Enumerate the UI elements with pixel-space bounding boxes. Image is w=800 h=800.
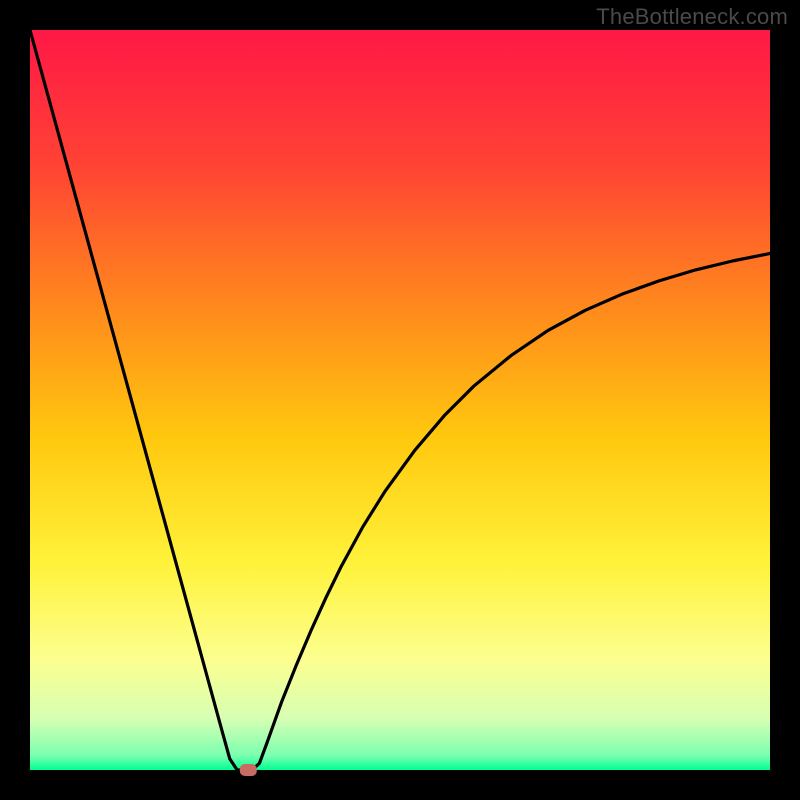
chart-frame: TheBottleneck.com [0, 0, 800, 800]
watermark-label: TheBottleneck.com [596, 4, 788, 30]
plot-background [30, 30, 770, 770]
minimum-marker [240, 764, 257, 776]
bottleneck-plot [0, 0, 800, 800]
